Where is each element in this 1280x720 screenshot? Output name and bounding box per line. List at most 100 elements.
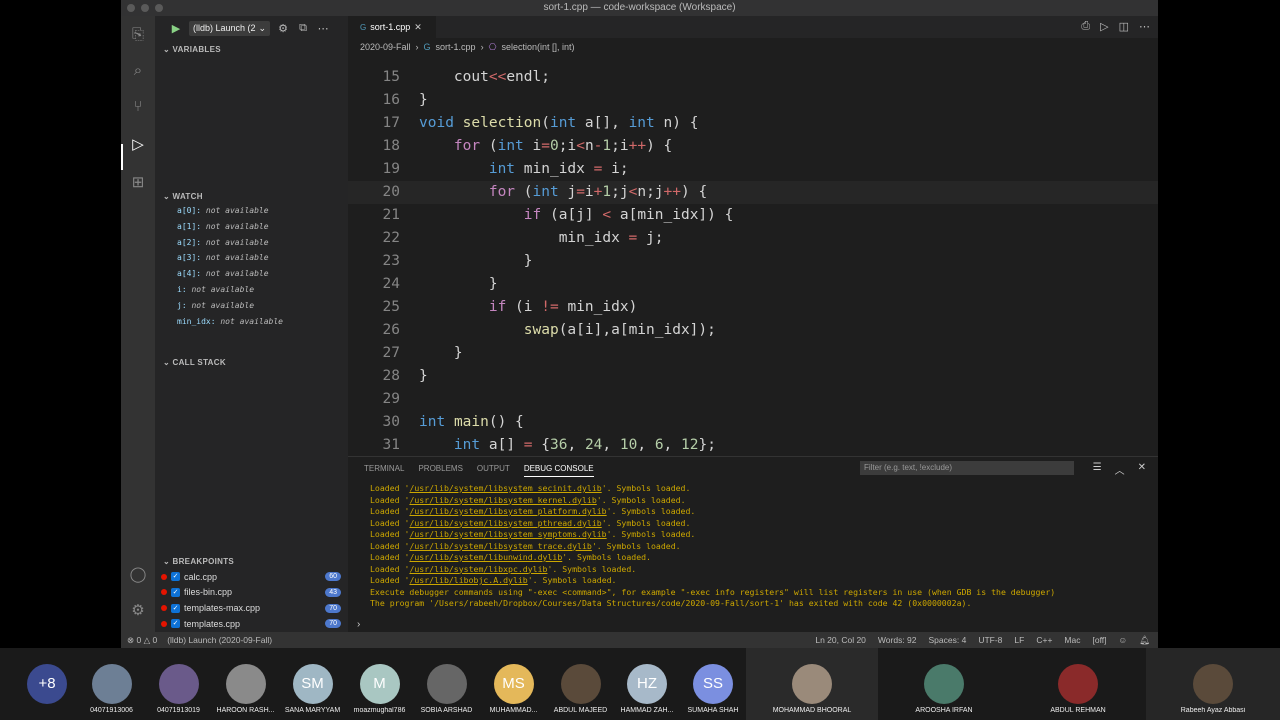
watch-section-header[interactable]: ⌄ WATCH bbox=[163, 192, 203, 201]
participant-tile[interactable]: HAROON RASH... bbox=[212, 648, 279, 720]
participant-tile[interactable]: 04071913006 bbox=[78, 648, 145, 720]
code-line[interactable]: 24 } bbox=[348, 273, 1158, 296]
breakpoint-item[interactable]: ✓ templates.cpp 70 bbox=[161, 616, 341, 631]
watch-item[interactable]: a[1]: not available bbox=[177, 222, 269, 231]
code-line[interactable]: 26 swap(a[i],a[min_idx]); bbox=[348, 319, 1158, 342]
console-link[interactable]: /usr/lib/system/libunwind.dylib bbox=[409, 552, 562, 562]
split-editor-icon[interactable]: ◫ bbox=[1119, 20, 1129, 33]
close-tab-icon[interactable]: ✕ bbox=[414, 22, 422, 33]
code-line[interactable]: 21 if (a[j] < a[min_idx]) { bbox=[348, 204, 1158, 227]
participant-tile[interactable]: MOHAMMAD BHOORAL bbox=[746, 648, 878, 720]
watch-item[interactable]: j: not available bbox=[177, 301, 254, 310]
indentation[interactable]: Spaces: 4 bbox=[929, 635, 967, 646]
console-link[interactable]: /usr/lib/system/libsystem_platform.dylib bbox=[409, 506, 606, 516]
console-link[interactable]: /usr/lib/system/libsystem_secinit.dylib bbox=[409, 483, 601, 493]
watch-item[interactable]: a[2]: not available bbox=[177, 238, 269, 247]
panel-tab-output[interactable]: OUTPUT bbox=[477, 464, 510, 477]
participant-tile[interactable]: SM SANA MARYYAM bbox=[279, 648, 346, 720]
panel-tab-debug-console[interactable]: DEBUG CONSOLE bbox=[523, 464, 594, 477]
encoding[interactable]: UTF-8 bbox=[978, 635, 1002, 646]
breadcrumb-symbol[interactable]: selection(int [], int) bbox=[501, 42, 574, 53]
code-line[interactable]: 20 for (int j=i+1;j<n;j++) { bbox=[348, 181, 1158, 204]
panel-tab-terminal[interactable]: TERMINAL bbox=[364, 464, 404, 477]
checkbox-icon[interactable]: ✓ bbox=[171, 587, 180, 597]
participant-tile[interactable]: Rabeeh Ayaz Abbasi bbox=[1146, 648, 1280, 720]
breakpoint-item[interactable]: ✓ templates-max.cpp 70 bbox=[161, 601, 341, 616]
participant-tile[interactable]: 04071913019 bbox=[145, 648, 212, 720]
code-line[interactable]: 22 min_idx = j; bbox=[348, 227, 1158, 250]
language-mode[interactable]: C++ bbox=[1036, 635, 1052, 646]
checkbox-icon[interactable]: ✓ bbox=[171, 603, 180, 613]
close-panel-icon[interactable]: ✕ bbox=[1138, 462, 1146, 477]
more-actions-icon[interactable]: ⋯ bbox=[316, 22, 330, 35]
watch-item[interactable]: i: not available bbox=[177, 285, 254, 294]
source-control-icon[interactable]: ⑂ bbox=[127, 96, 149, 118]
more-actions-icon[interactable]: ⋯ bbox=[1139, 20, 1150, 33]
off-toggle[interactable]: [off] bbox=[1092, 635, 1106, 646]
gear-icon[interactable]: ⚙ bbox=[276, 22, 290, 35]
cursor-position[interactable]: Ln 20, Col 20 bbox=[815, 635, 866, 646]
eol[interactable]: LF bbox=[1014, 635, 1024, 646]
run-debug-icon[interactable]: ▷ bbox=[127, 134, 149, 156]
search-icon[interactable]: ⌕ bbox=[127, 60, 149, 82]
code-line[interactable]: 27 } bbox=[348, 342, 1158, 365]
console-link[interactable]: /usr/lib/system/libsystem_trace.dylib bbox=[409, 541, 591, 551]
console-link[interactable]: /usr/lib/system/libsystem_symptoms.dylib bbox=[409, 529, 606, 539]
breakpoints-section-header[interactable]: ⌄ BREAKPOINTS bbox=[163, 557, 234, 566]
code-line[interactable]: 19 int min_idx = i; bbox=[348, 158, 1158, 181]
code-line[interactable]: 16} bbox=[348, 89, 1158, 112]
breadcrumb-folder[interactable]: 2020-09-Fall bbox=[360, 42, 411, 53]
watch-item[interactable]: a[3]: not available bbox=[177, 253, 269, 262]
participant-tile[interactable]: AROOSHA IRFAN bbox=[878, 648, 1010, 720]
code-line[interactable]: 30 int main() { bbox=[348, 411, 1158, 434]
problems-status[interactable]: ⊗ 0 △ 0 bbox=[127, 635, 157, 646]
participant-tile[interactable]: Mmoazmughal786 bbox=[346, 648, 413, 720]
watch-item[interactable]: a[4]: not available bbox=[177, 269, 269, 278]
launch-config-select[interactable]: (lldb) Launch (2 ⌄ bbox=[189, 20, 271, 36]
checkbox-icon[interactable]: ✓ bbox=[171, 572, 180, 581]
watch-item[interactable]: min_idx: not available bbox=[177, 317, 283, 326]
code-line[interactable]: 23 } bbox=[348, 250, 1158, 273]
console-prompt-icon[interactable]: › bbox=[357, 619, 360, 630]
close-window-button[interactable] bbox=[127, 4, 135, 12]
explorer-icon[interactable]: ⎘ bbox=[127, 24, 149, 46]
print-icon[interactable]: ⎙ bbox=[1081, 20, 1090, 33]
settings-gear-icon[interactable]: ⚙ bbox=[127, 600, 149, 622]
participant-tile[interactable]: HZ HAMMAD ZAH... bbox=[614, 648, 680, 720]
extensions-icon[interactable]: ⊞ bbox=[127, 172, 149, 194]
code-line[interactable]: 29 bbox=[348, 388, 1158, 411]
participant-tile[interactable]: MS MUHAMMAD... bbox=[480, 648, 547, 720]
participant-tile[interactable]: SOBIA ARSHAD bbox=[413, 648, 480, 720]
account-icon[interactable]: ◯ bbox=[127, 564, 149, 586]
code-view[interactable]: 15 cout<<endl; 16} 17 void selection(int a[… bbox=[348, 56, 1158, 456]
open-console-icon[interactable]: ⧉ bbox=[296, 22, 310, 35]
code-line[interactable]: 17 void selection(int a[], int n) { bbox=[348, 112, 1158, 135]
checkbox-icon[interactable]: ✓ bbox=[171, 619, 180, 629]
run-icon[interactable]: ▷ bbox=[1100, 20, 1108, 33]
feedback-icon[interactable]: ☺ bbox=[1119, 635, 1128, 646]
clear-console-icon[interactable]: ☰ bbox=[1093, 462, 1102, 477]
notifications-icon[interactable]: 🔔︎ bbox=[1139, 635, 1150, 646]
launch-status[interactable]: (lldb) Launch (2020-09-Fall) bbox=[167, 635, 272, 646]
console-link[interactable]: /usr/lib/system/libxpc.dylib bbox=[409, 564, 547, 574]
tab-sort-1[interactable]: G sort-1.cpp ✕ bbox=[348, 16, 436, 38]
platform[interactable]: Mac bbox=[1064, 635, 1080, 646]
breakpoint-item[interactable]: ✓ calc.cpp 60 bbox=[161, 569, 341, 584]
participant-tile[interactable]: ABDUL MAJEED bbox=[547, 648, 614, 720]
code-line[interactable]: 18 for (int i=0;i<n-1;i++) { bbox=[348, 135, 1158, 158]
panel-tab-problems[interactable]: PROBLEMS bbox=[418, 464, 462, 477]
zoom-window-button[interactable] bbox=[155, 4, 163, 12]
participant-tile[interactable]: SS SUMAHA SHAH bbox=[680, 648, 746, 720]
code-line[interactable]: 25 if (i != min_idx) bbox=[348, 296, 1158, 319]
console-link[interactable]: /usr/lib/libobjc.A.dylib bbox=[409, 575, 527, 585]
console-filter-input[interactable]: Filter (e.g. text, !exclude) bbox=[860, 461, 1074, 475]
console-link[interactable]: /usr/lib/system/libsystem_kernel.dylib bbox=[409, 495, 596, 505]
console-link[interactable]: /usr/lib/system/libsystem_pthread.dylib bbox=[409, 518, 601, 528]
breadcrumb-file[interactable]: sort-1.cpp bbox=[436, 42, 476, 53]
code-line[interactable]: 15 cout<<endl; bbox=[348, 66, 1158, 89]
breakpoint-item[interactable]: ✓ files-bin.cpp 43 bbox=[161, 585, 341, 600]
participant-tile[interactable]: ABDUL REHMAN bbox=[1010, 648, 1146, 720]
callstack-section-header[interactable]: ⌄ CALL STACK bbox=[163, 358, 226, 367]
watch-item[interactable]: a[0]: not available bbox=[177, 206, 269, 215]
code-line[interactable]: 28} bbox=[348, 365, 1158, 388]
